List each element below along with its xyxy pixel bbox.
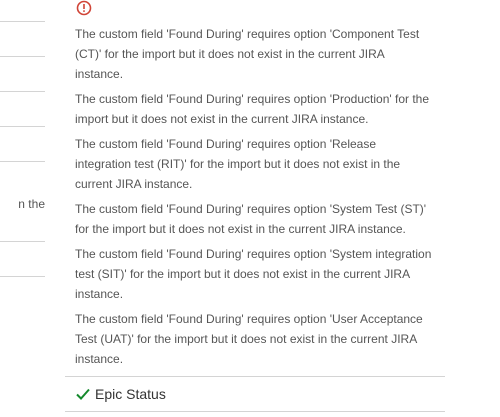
- section-divider: [65, 411, 445, 412]
- row-divider: [0, 56, 45, 57]
- error-icon: [76, 0, 92, 16]
- field-label: Epic Status: [95, 386, 166, 402]
- row-divider: [0, 241, 45, 242]
- section-divider: [65, 376, 445, 377]
- row-divider: [0, 126, 45, 127]
- row-divider: [0, 21, 45, 22]
- error-message: The custom field 'Found During' requires…: [75, 137, 401, 191]
- field-row-epic-status: Epic Status: [75, 384, 166, 404]
- error-message: The custom field 'Found During' requires…: [75, 312, 423, 366]
- check-icon: [76, 388, 90, 400]
- truncated-text: n the: [18, 197, 45, 211]
- left-column: n the: [0, 0, 45, 417]
- row-divider: [0, 91, 45, 92]
- row-divider: [0, 276, 45, 277]
- row-divider: [0, 161, 45, 162]
- validation-page: n the The custom field 'Found During' re…: [0, 0, 500, 417]
- error-message: The custom field 'Found During' requires…: [75, 247, 432, 301]
- error-message: The custom field 'Found During' requires…: [75, 92, 430, 126]
- error-message: The custom field 'Found During' requires…: [75, 27, 420, 81]
- error-message: The custom field 'Found During' requires…: [75, 202, 427, 236]
